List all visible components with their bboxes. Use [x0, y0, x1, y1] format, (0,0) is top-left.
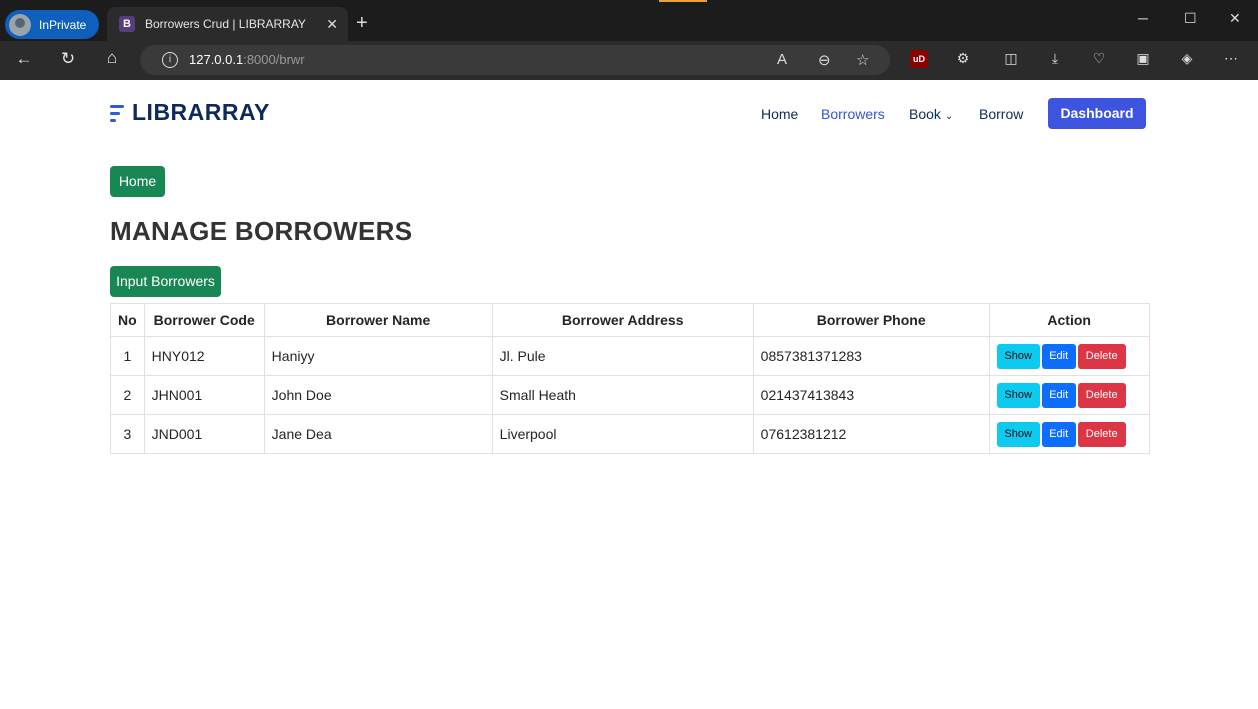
cell-name: John Doe [263, 375, 493, 415]
header-phone: Borrower Phone [752, 303, 990, 337]
table-row: 2 JHN001 John Doe Small Heath 0214374138… [110, 375, 1150, 415]
input-borrowers-button[interactable]: Input Borrowers [110, 266, 221, 297]
split-screen-icon[interactable]: ◫ [1002, 50, 1020, 68]
profile-avatar-icon [9, 13, 31, 36]
home-icon[interactable]: ⌂ [101, 48, 123, 68]
header-action: Action [988, 303, 1150, 337]
address-bar[interactable]: i 127.0.0.1:8000/brwr A ⊖ ☆ [140, 45, 890, 75]
cell-no: 1 [110, 336, 145, 376]
cell-phone: 021437413843 [752, 375, 990, 415]
header-no: No [110, 303, 145, 337]
nav-borrow[interactable]: Borrow [979, 106, 1023, 122]
cell-address: Liverpool [491, 414, 754, 454]
show-button[interactable]: Show [996, 343, 1040, 369]
borrowers-table: No Borrower Code Borrower Name Borrower … [110, 303, 1150, 454]
edit-button[interactable]: Edit [1041, 421, 1076, 447]
cell-code: JND001 [143, 414, 265, 454]
copilot-icon[interactable]: ◈ [1178, 50, 1196, 68]
new-tab-icon[interactable]: + [356, 12, 368, 35]
edit-button[interactable]: Edit [1041, 343, 1076, 369]
cell-no: 3 [110, 414, 145, 454]
more-icon[interactable]: ⋯ [1222, 50, 1240, 68]
tab-accent-line [659, 0, 707, 2]
maximize-icon[interactable]: ☐ [1184, 10, 1197, 27]
table-header-row: No Borrower Code Borrower Name Borrower … [110, 303, 1150, 337]
cell-phone: 0857381371283 [752, 336, 990, 376]
header-address: Borrower Address [491, 303, 754, 337]
performance-icon[interactable]: ♡ [1090, 50, 1108, 68]
breadcrumb-home-button[interactable]: Home [110, 166, 165, 197]
back-icon[interactable]: ← [13, 49, 35, 69]
inprivate-badge[interactable]: InPrivate [5, 10, 99, 39]
inprivate-label: InPrivate [39, 17, 87, 32]
cell-code: HNY012 [143, 336, 265, 376]
edit-button[interactable]: Edit [1041, 382, 1076, 408]
header-name: Borrower Name [263, 303, 493, 337]
brand-name: LIBRARRAY [132, 99, 270, 125]
table-row: 3 JND001 Jane Dea Liverpool 07612381212 … [110, 414, 1150, 454]
nav-book[interactable]: Book ⌄ [909, 106, 953, 122]
cell-name: Jane Dea [263, 414, 493, 454]
cell-no: 2 [110, 375, 145, 415]
delete-button[interactable]: Delete [1077, 343, 1126, 369]
nav-book-label: Book [909, 106, 941, 122]
cell-address: Jl. Pule [491, 336, 754, 376]
zoom-icon[interactable]: ⊖ [818, 51, 831, 69]
minimize-icon[interactable]: ─ [1138, 10, 1148, 26]
brand-logo[interactable]: LIBRARRAY [110, 99, 270, 126]
extensions-icon[interactable]: ⚙ [954, 50, 972, 68]
cell-actions: Show Edit Delete [988, 414, 1150, 454]
bootstrap-favicon-icon: B [119, 16, 135, 32]
header-code: Borrower Code [143, 303, 265, 337]
info-icon[interactable]: i [162, 52, 178, 68]
tab-borrowers[interactable]: B Borrowers Crud | LIBRARRAY ✕ [107, 7, 348, 41]
delete-button[interactable]: Delete [1077, 421, 1126, 447]
page-title: MANAGE BORROWERS [110, 216, 413, 246]
cell-code: JHN001 [143, 375, 265, 415]
cell-name: Haniyy [263, 336, 493, 376]
favorite-icon[interactable]: ☆ [856, 51, 869, 69]
cell-phone: 07612381212 [752, 414, 990, 454]
nav-home[interactable]: Home [761, 106, 798, 122]
ublock-icon[interactable]: uD [910, 50, 928, 68]
tab-title: Borrowers Crud | LIBRARRAY [145, 17, 306, 31]
cell-address: Small Heath [491, 375, 754, 415]
close-window-icon[interactable]: ✕ [1229, 10, 1241, 27]
cell-actions: Show Edit Delete [988, 375, 1150, 415]
cell-actions: Show Edit Delete [988, 336, 1150, 376]
refresh-icon[interactable]: ↻ [57, 49, 79, 69]
downloads-icon[interactable]: ⤓ [1046, 50, 1064, 68]
table-row: 1 HNY012 Haniyy Jl. Pule 0857381371283 S… [110, 336, 1150, 376]
screenshot-icon[interactable]: ▣ [1134, 50, 1152, 68]
show-button[interactable]: Show [996, 421, 1040, 447]
show-button[interactable]: Show [996, 382, 1040, 408]
dashboard-button[interactable]: Dashboard [1048, 98, 1146, 129]
chevron-down-icon: ⌄ [944, 111, 954, 122]
delete-button[interactable]: Delete [1077, 382, 1126, 408]
nav-borrowers[interactable]: Borrowers [821, 106, 885, 122]
close-tab-icon[interactable]: ✕ [326, 16, 338, 33]
read-aloud-icon[interactable]: A [777, 51, 787, 68]
brand-mark-icon [110, 102, 124, 124]
url-text[interactable]: 127.0.0.1:8000/brwr [189, 52, 305, 67]
